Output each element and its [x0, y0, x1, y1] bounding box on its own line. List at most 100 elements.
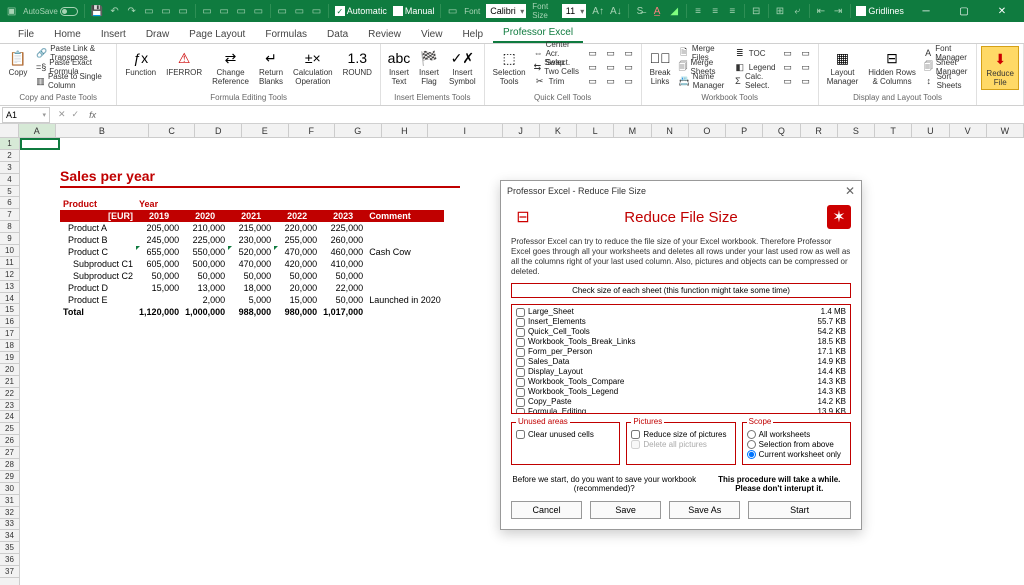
selection-tools-button[interactable]: ⬚Selection Tools [489, 46, 530, 88]
row-header[interactable]: 14 [0, 293, 19, 305]
tab-data[interactable]: Data [317, 26, 358, 43]
outdent-icon[interactable]: ⇥ [833, 3, 844, 19]
automatic-checkbox[interactable]: ✓Automatic [335, 6, 387, 16]
insert-text-button[interactable]: abcInsert Text [385, 46, 413, 88]
merge-icon[interactable]: ⊞ [774, 3, 785, 19]
col-header[interactable]: S [838, 124, 875, 137]
row-header[interactable]: 12 [0, 269, 19, 281]
autosave-toggle[interactable]: AutoSave [23, 7, 78, 16]
row-header[interactable]: 31 [0, 495, 19, 507]
sheet-list-row[interactable]: Large_Sheet1.4 MB [514, 307, 848, 317]
copy-button[interactable]: 📋Copy [4, 46, 32, 88]
wb-icon[interactable]: ▭ [798, 74, 814, 88]
redo-icon[interactable]: ↷ [126, 3, 137, 19]
row-header[interactable]: 4 [0, 174, 19, 186]
col-header[interactable]: O [689, 124, 726, 137]
font-color-icon[interactable]: A̲ [651, 3, 662, 19]
qc-icon[interactable]: ▭ [603, 74, 619, 88]
trim-button[interactable]: ✂Trim [532, 74, 583, 88]
col-header[interactable]: G [335, 124, 382, 137]
sheet-list-row[interactable]: Copy_Paste14.2 KB [514, 397, 848, 407]
save-icon[interactable]: 💾 [91, 3, 103, 19]
break-links-button[interactable]: 🔗⃠Break Links [646, 46, 675, 88]
row-header[interactable]: 1 [0, 138, 19, 150]
row-header[interactable]: 8 [0, 221, 19, 233]
row-header[interactable]: 29 [0, 471, 19, 483]
qc-icon[interactable]: ▭ [621, 60, 637, 74]
clear-unused-checkbox[interactable]: Clear unused cells [516, 430, 615, 439]
col-header[interactable]: B [56, 124, 149, 137]
col-header[interactable]: V [950, 124, 987, 137]
row-header[interactable]: 5 [0, 186, 19, 198]
sheet-list-row[interactable]: Quick_Cell_Tools54.2 KB [514, 327, 848, 337]
row-header[interactable]: 16 [0, 316, 19, 328]
qat-icon[interactable]: ▭ [277, 3, 288, 19]
fx-icon[interactable]: fx [85, 110, 100, 120]
row-header[interactable]: 9 [0, 233, 19, 245]
indent-icon[interactable]: ⇤ [815, 3, 826, 19]
align-right-icon[interactable]: ≡ [727, 3, 738, 19]
align-left-icon[interactable]: ≡ [692, 3, 703, 19]
qat-icon[interactable]: ▭ [236, 3, 247, 19]
paste-single-button[interactable]: ▥Paste to Single Column [34, 74, 112, 88]
sheet-list-row[interactable]: Insert_Elements55.7 KB [514, 317, 848, 327]
tab-insert[interactable]: Insert [91, 26, 136, 43]
row-header[interactable]: 28 [0, 459, 19, 471]
enter-icon[interactable]: ✓ [72, 109, 80, 120]
row-header[interactable]: 13 [0, 281, 19, 293]
row-header[interactable]: 19 [0, 352, 19, 364]
row-header[interactable]: 36 [0, 554, 19, 566]
col-header[interactable]: Q [763, 124, 800, 137]
col-header[interactable]: H [382, 124, 429, 137]
qc-icon[interactable]: ▭ [621, 74, 637, 88]
name-manager-button[interactable]: 📇Name Manager [677, 74, 730, 88]
toc-button[interactable]: ≣TOC [732, 46, 778, 60]
row-header[interactable]: 32 [0, 507, 19, 519]
row-header[interactable]: 21 [0, 376, 19, 388]
tab-page-layout[interactable]: Page Layout [179, 26, 255, 43]
tab-formulas[interactable]: Formulas [255, 26, 317, 43]
save-button[interactable]: Save [590, 501, 661, 519]
qat-icon[interactable]: ▭ [201, 3, 212, 19]
qat-icon[interactable]: ▭ [219, 3, 230, 19]
manual-checkbox[interactable]: ✓Manual [393, 6, 435, 16]
row-header[interactable]: 22 [0, 388, 19, 400]
wrap-icon[interactable]: ⤶ [792, 3, 803, 19]
cancel-icon[interactable]: ✕ [58, 109, 66, 120]
qat-icon[interactable]: ▭ [143, 3, 154, 19]
scope-selection-radio[interactable]: Selection from above [747, 440, 846, 449]
undo-icon[interactable]: ↶ [109, 3, 120, 19]
function-button[interactable]: ƒxFunction [121, 46, 160, 88]
check-size-button[interactable]: Check size of each sheet (this function … [511, 283, 851, 298]
sheet-list-row[interactable]: Workbook_Tools_Legend14.3 KB [514, 387, 848, 397]
row-header[interactable]: 27 [0, 447, 19, 459]
row-header[interactable]: 24 [0, 411, 19, 423]
qc-icon[interactable]: ▭ [585, 74, 601, 88]
col-header[interactable]: F [289, 124, 336, 137]
row-header[interactable]: 2 [0, 150, 19, 162]
fill-color-icon[interactable]: ◢ [669, 3, 680, 19]
sheet-list-row[interactable]: Workbook_Tools_Break_Links18.5 KB [514, 337, 848, 347]
col-header[interactable]: E [242, 124, 289, 137]
sheet-list-row[interactable]: Sales_Data14.9 KB [514, 357, 848, 367]
qc-icon[interactable]: ▭ [621, 46, 637, 60]
strike-icon[interactable]: S̶ [634, 3, 645, 19]
qc-icon[interactable]: ▭ [603, 46, 619, 60]
row-header[interactable]: 15 [0, 304, 19, 316]
col-header[interactable]: L [577, 124, 614, 137]
col-header[interactable]: D [195, 124, 242, 137]
decrease-font-icon[interactable]: A↓ [610, 3, 622, 19]
layout-manager-button[interactable]: ▦Layout Manager [823, 46, 863, 88]
qat-icon[interactable]: ▭ [253, 3, 264, 19]
sheet-list-row[interactable]: Display_Layout14.4 KB [514, 367, 848, 377]
cancel-button[interactable]: Cancel [511, 501, 582, 519]
wb-icon[interactable]: ▭ [780, 46, 796, 60]
reduce-file-button[interactable]: ⬇Reduce File [981, 46, 1019, 90]
row-header[interactable]: 7 [0, 209, 19, 221]
col-header[interactable]: R [801, 124, 838, 137]
valign-icon[interactable]: ⊟ [751, 3, 762, 19]
calc-select-button[interactable]: ΣCalc. Select. [732, 74, 778, 88]
start-button[interactable]: Start [748, 501, 851, 519]
tab-view[interactable]: View [411, 26, 453, 43]
qc-icon[interactable]: ▭ [585, 60, 601, 74]
